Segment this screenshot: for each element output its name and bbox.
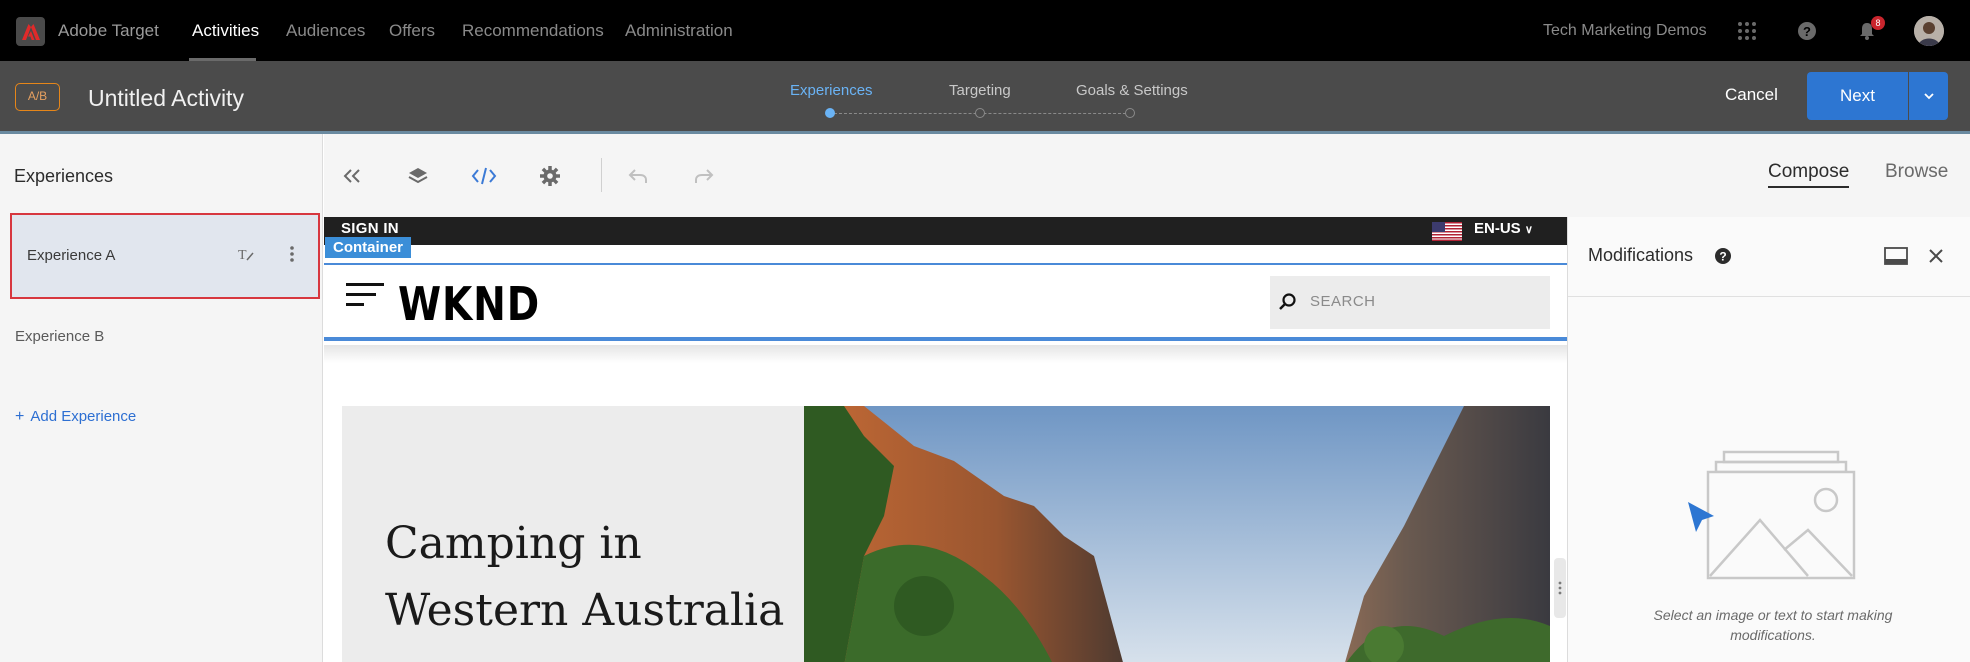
- nav-activities[interactable]: Activities: [192, 21, 259, 41]
- step-goals-settings[interactable]: Goals & Settings: [1076, 82, 1188, 99]
- site-search-input[interactable]: SEARCH: [1270, 276, 1550, 329]
- experiences-panel: Experiences Experience A T Experience B …: [0, 134, 323, 662]
- step-dot-targeting: [975, 108, 985, 118]
- tab-compose[interactable]: Compose: [1768, 161, 1850, 188]
- more-options-icon[interactable]: [289, 245, 301, 267]
- editor-toolbar: Compose Browse: [324, 134, 1970, 217]
- experiences-panel-title: Experiences: [14, 166, 114, 186]
- modifications-header: Modifications ?: [1568, 217, 1970, 297]
- nav-offers[interactable]: Offers: [389, 21, 435, 41]
- empty-state-message: Select an image or text to start making …: [1608, 605, 1938, 645]
- step-experiences[interactable]: Experiences: [790, 82, 873, 99]
- dock-panel-icon[interactable]: [1883, 244, 1909, 268]
- apps-grid-icon[interactable]: [1735, 19, 1759, 43]
- empty-state-line-2: modifications.: [1730, 627, 1816, 643]
- svg-text:?: ?: [1803, 24, 1811, 39]
- step-dot-experiences: [825, 108, 835, 118]
- sign-in-link[interactable]: SIGN IN: [341, 220, 399, 237]
- container-label: Container: [325, 237, 412, 258]
- experience-label: Experience A: [27, 247, 116, 264]
- modifications-title: Modifications: [1588, 245, 1694, 265]
- add-experience-button[interactable]: + Add Experience: [15, 408, 136, 426]
- help-icon[interactable]: ?: [1714, 247, 1732, 265]
- activity-type-badge: A/B: [15, 83, 60, 111]
- undo-icon[interactable]: [624, 162, 652, 190]
- nav-audiences[interactable]: Audiences: [286, 21, 365, 41]
- global-nav: Adobe Target Activities Audiences Offers…: [0, 0, 1970, 61]
- hero-title-line-2: Western Australia: [385, 585, 785, 636]
- site-header[interactable]: WKND SEARCH: [324, 263, 1567, 341]
- notification-badge: 8: [1871, 16, 1885, 30]
- code-editor-icon[interactable]: [470, 162, 498, 190]
- close-icon[interactable]: [1923, 244, 1949, 268]
- search-icon: [1279, 293, 1296, 310]
- hero-title-line-1: Camping in: [385, 518, 642, 569]
- cancel-button[interactable]: Cancel: [1725, 85, 1778, 105]
- help-icon[interactable]: ?: [1795, 19, 1819, 43]
- next-dropdown-button[interactable]: [1909, 72, 1948, 120]
- org-switcher[interactable]: Tech Marketing Demos: [1543, 22, 1707, 40]
- hero-image[interactable]: [804, 406, 1550, 662]
- tab-browse[interactable]: Browse: [1885, 161, 1948, 183]
- experience-item-b[interactable]: Experience B: [15, 328, 104, 345]
- nav-administration[interactable]: Administration: [625, 21, 733, 41]
- us-flag-icon: [1432, 222, 1462, 241]
- language-selector[interactable]: EN-US ∨: [1474, 220, 1533, 237]
- step-targeting[interactable]: Targeting: [949, 82, 1011, 99]
- search-placeholder: SEARCH: [1310, 293, 1376, 310]
- plus-icon: +: [15, 408, 25, 425]
- panel-resize-handle[interactable]: [1554, 558, 1566, 618]
- activity-title[interactable]: Untitled Activity: [88, 85, 244, 112]
- modifications-panel: Modifications ? Select an image or text …: [1567, 217, 1970, 662]
- activity-header: A/B Untitled Activity Experiences Target…: [0, 61, 1970, 134]
- svg-text:T: T: [238, 248, 247, 263]
- site-utility-bar[interactable]: SIGN IN EN-US ∨: [324, 217, 1567, 245]
- chevron-down-icon: [1923, 93, 1934, 100]
- language-label: EN-US: [1474, 220, 1521, 237]
- nav-recommendations[interactable]: Recommendations: [462, 21, 604, 41]
- empty-state-line-1: Select an image or text to start making: [1653, 607, 1893, 623]
- page-preview[interactable]: SIGN IN EN-US ∨ WKND SEARCH Container Ca…: [324, 217, 1567, 662]
- hero-text-block[interactable]: Camping in Western Australia: [342, 406, 804, 662]
- add-experience-label: Add Experience: [30, 408, 137, 425]
- toolbar-divider: [601, 158, 602, 192]
- adobe-logo-icon[interactable]: [16, 17, 45, 46]
- avatar[interactable]: [1914, 16, 1944, 46]
- header-shadow: [324, 345, 1567, 363]
- redo-icon[interactable]: [690, 162, 718, 190]
- empty-state-illustration: [1688, 450, 1856, 580]
- rename-text-icon[interactable]: T: [237, 245, 259, 265]
- step-dot-goals: [1125, 108, 1135, 118]
- hamburger-menu-icon[interactable]: [346, 283, 384, 309]
- gear-icon[interactable]: [536, 162, 564, 190]
- svg-text:?: ?: [1719, 250, 1726, 264]
- collapse-panel-icon[interactable]: [338, 162, 366, 190]
- experience-item-a[interactable]: Experience A T: [10, 213, 320, 299]
- app-name[interactable]: Adobe Target: [58, 21, 159, 41]
- layers-icon[interactable]: [404, 162, 432, 190]
- hero-title[interactable]: Camping in Western Australia: [385, 510, 784, 644]
- chevron-down-icon: ∨: [1524, 224, 1533, 236]
- site-logo[interactable]: WKND: [398, 277, 540, 331]
- drag-handle-icon: [1558, 581, 1562, 595]
- next-button[interactable]: Next: [1807, 72, 1908, 120]
